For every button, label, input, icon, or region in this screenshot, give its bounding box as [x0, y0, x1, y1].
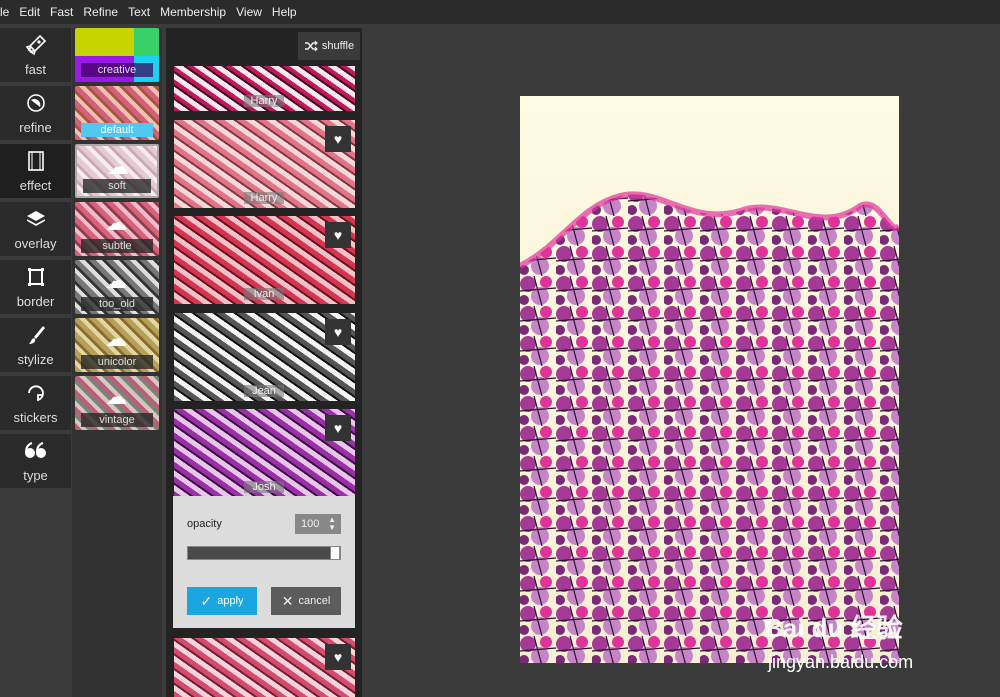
brush-icon — [28, 326, 45, 344]
preset-label: subtle — [81, 239, 153, 253]
menu-bar: le Edit Fast Refine Text Membership View… — [0, 0, 1000, 24]
filter-thumb-ivan[interactable]: ♥ Ivan — [174, 216, 355, 304]
heart-icon: ♥ — [333, 131, 343, 147]
tool-label: effect — [19, 178, 52, 193]
favorite-button[interactable]: ♥ — [325, 415, 351, 441]
favorite-button[interactable]: ♥ — [325, 126, 351, 152]
cloud-download-icon: ☁ — [105, 384, 127, 409]
stepper-arrows-icon[interactable]: ▲ ▼ — [328, 516, 336, 532]
preset-label: creative — [81, 63, 153, 77]
tool-effect[interactable]: effect — [0, 144, 71, 198]
watermark-brand: Bai du 经验 — [764, 613, 903, 643]
tool-type[interactable]: type — [0, 434, 71, 488]
preset-subtle[interactable]: ☁ subtle — [75, 202, 159, 256]
tool-stickers[interactable]: stickers — [0, 376, 71, 430]
preset-too-old[interactable]: ☁ too_old — [75, 260, 159, 314]
menu-refine[interactable]: Refine — [83, 5, 118, 19]
tool-refine[interactable]: refine — [0, 86, 71, 140]
slider-handle[interactable] — [330, 546, 340, 560]
filter-thumb-next[interactable]: ♥ — [174, 638, 355, 697]
tool-label: fast — [25, 62, 46, 77]
refine-icon — [26, 94, 45, 112]
preset-creative[interactable]: creative — [75, 28, 159, 82]
opacity-panel: opacity 100 ▲ ▼ ✓ apply ✕ cancel — [173, 496, 355, 628]
preset-label: unicolor — [81, 355, 153, 369]
filter-label: Josh — [244, 481, 284, 493]
sticker-icon — [27, 385, 44, 402]
tool-label: type — [23, 468, 48, 483]
menu-fast[interactable]: Fast — [50, 5, 73, 19]
tool-overlay[interactable]: overlay — [0, 202, 71, 256]
tool-label: refine — [19, 120, 52, 135]
filter-label: Jean — [244, 385, 284, 397]
preset-soft[interactable]: ☁ soft — [75, 144, 159, 198]
cloud-download-icon: ☁ — [105, 210, 127, 235]
filter-thumb-harry[interactable]: ♥ Harry — [174, 120, 355, 208]
tool-label: stickers — [13, 410, 58, 425]
tool-fast[interactable]: fast — [0, 28, 71, 82]
shuffle-button[interactable]: shuffle — [298, 32, 360, 60]
preset-default[interactable]: default — [75, 86, 159, 140]
favorite-button[interactable]: ♥ — [325, 222, 351, 248]
watermark-url: jingyan.baidu.com — [768, 652, 914, 672]
preset-label: soft — [83, 179, 151, 193]
apply-button[interactable]: ✓ apply — [187, 587, 257, 615]
menu-help[interactable]: Help — [272, 5, 297, 19]
tool-sidebar: fast refine effect overlay border styliz… — [0, 28, 72, 492]
close-icon: ✕ — [281, 592, 294, 609]
cloud-download-icon: ☁ — [107, 154, 129, 179]
cloud-download-icon: ☁ — [105, 268, 127, 293]
heart-icon: ♥ — [333, 649, 343, 665]
filter-label: Ivan — [244, 288, 284, 300]
filter-label: Harry — [244, 192, 284, 204]
heart-icon: ♥ — [333, 420, 343, 436]
tool-label: overlay — [14, 236, 57, 251]
preset-label: too_old — [81, 297, 153, 311]
rocket-icon — [25, 34, 46, 56]
cancel-label: cancel — [298, 595, 331, 607]
tool-stylize[interactable]: stylize — [0, 318, 71, 372]
filter-label: Harry — [244, 95, 284, 107]
apply-label: apply — [217, 595, 244, 607]
cloud-download-icon: ☁ — [105, 326, 127, 351]
menu-file[interactable]: le — [0, 5, 9, 19]
preset-unicolor[interactable]: ☁ unicolor — [75, 318, 159, 372]
menu-edit[interactable]: Edit — [19, 5, 40, 19]
quote-icon — [24, 442, 46, 458]
opacity-slider[interactable] — [187, 546, 341, 560]
menu-membership[interactable]: Membership — [160, 5, 226, 19]
shuffle-icon — [304, 40, 318, 52]
preset-label: vintage — [81, 413, 153, 427]
favorite-button[interactable]: ♥ — [325, 319, 351, 345]
tool-label: stylize — [17, 352, 54, 367]
tool-border[interactable]: border — [0, 260, 71, 314]
photo-canvas[interactable] — [520, 96, 899, 663]
preset-vintage[interactable]: ☁ vintage — [75, 376, 159, 430]
shuffle-label: shuffle — [321, 40, 355, 52]
heart-icon: ♥ — [333, 324, 343, 340]
filter-thumb-jean[interactable]: ♥ Jean — [174, 313, 355, 401]
filter-thumb-josh[interactable]: ♥ Josh — [174, 409, 355, 497]
opacity-label: opacity — [187, 518, 222, 530]
film-icon — [27, 151, 44, 171]
layers-icon — [26, 211, 45, 226]
menu-view[interactable]: View — [236, 5, 262, 19]
opacity-input[interactable]: 100 ▲ ▼ — [295, 514, 341, 534]
preset-label: default — [81, 123, 153, 137]
menu-text[interactable]: Text — [128, 5, 150, 19]
check-icon: ✓ — [200, 592, 213, 609]
filter-thumb-top[interactable]: Harry — [174, 66, 355, 111]
preset-column: creative default ☁ soft ☁ subtle ☁ too_o… — [72, 28, 162, 697]
magnolia-photo — [520, 96, 899, 663]
cancel-button[interactable]: ✕ cancel — [271, 587, 341, 615]
border-icon — [27, 268, 44, 286]
opacity-value: 100 — [301, 518, 320, 530]
heart-icon: ♥ — [333, 227, 343, 243]
favorite-button[interactable]: ♥ — [325, 644, 351, 670]
tool-label: border — [16, 294, 55, 309]
